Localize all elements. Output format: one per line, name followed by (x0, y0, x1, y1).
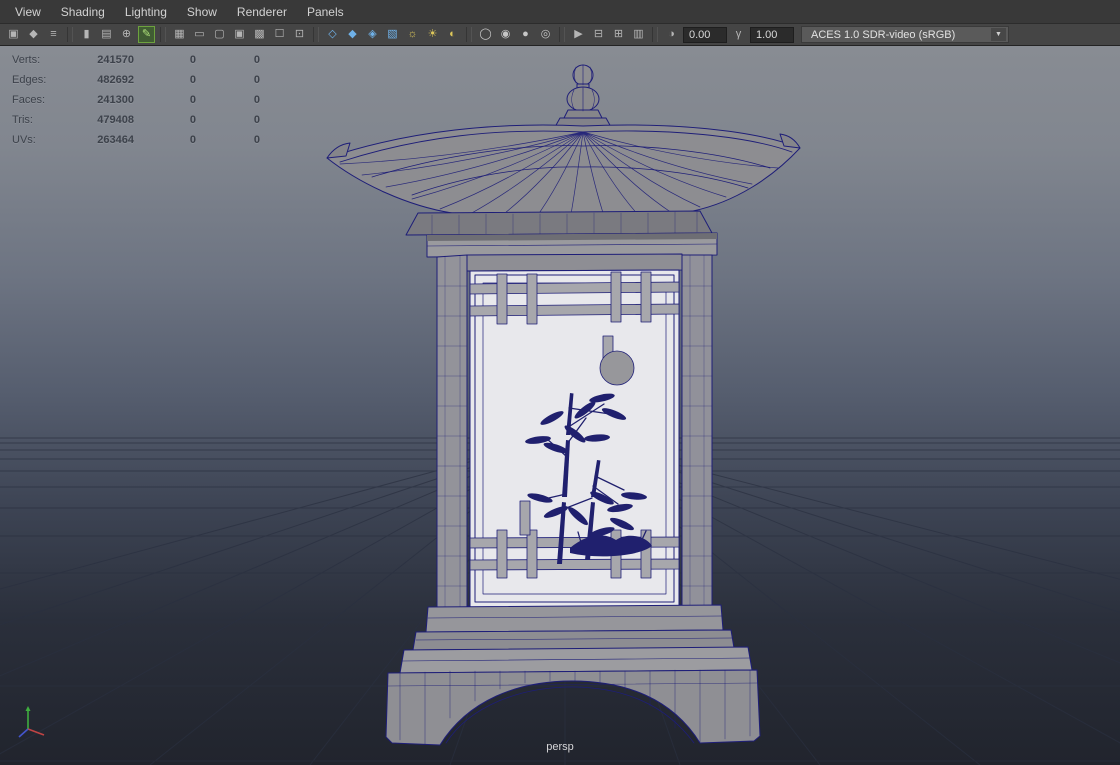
material-override-icon[interactable]: ▧ (384, 26, 401, 43)
camera-label: persp (546, 741, 574, 753)
toolbar-separator (652, 27, 658, 42)
film-gate-icon[interactable]: ▭ (191, 26, 208, 43)
lantern-model[interactable] (326, 64, 801, 746)
hud-value: 0 (253, 74, 260, 86)
pane-single-icon[interactable]: ⊟ (590, 26, 607, 43)
hud-row-edges: Edges: 482692 0 0 (12, 70, 260, 90)
pane-quad-icon[interactable]: ⊞ (610, 26, 627, 43)
view-transform-value: ACES 1.0 SDR-video (sRGB) (811, 28, 956, 41)
view-transform-dropdown[interactable]: ACES 1.0 SDR-video (sRGB) ▼ (801, 26, 1009, 43)
hud-row-faces: Faces: 241300 0 0 (12, 90, 260, 110)
poly-count-hud: Verts: 241570 0 0 Edges: 482692 0 0 Face… (12, 50, 260, 150)
toolbar-separator (67, 27, 73, 42)
hud-value: 0 (253, 54, 260, 66)
image-plane-icon[interactable]: ▤ (98, 26, 115, 43)
toolbar-separator (313, 27, 319, 42)
exposure-field[interactable]: 0.00 (683, 26, 727, 43)
wireframe-mode-icon[interactable]: ◇ (324, 26, 341, 43)
xray-icon[interactable]: ◎ (537, 26, 554, 43)
hud-label: Edges: (12, 74, 47, 86)
hud-value: 263464 (97, 134, 134, 146)
grid-icon[interactable]: ▦ (171, 26, 188, 43)
hud-value: 479408 (97, 114, 134, 126)
hud-value: 0 (253, 134, 260, 146)
ambient-occlusion-icon[interactable]: ◯ (477, 26, 494, 43)
menu-shading[interactable]: Shading (52, 2, 114, 22)
hud-row-uvs: UVs: 263464 0 0 (12, 130, 260, 150)
axis-gizmo (18, 706, 45, 738)
textured-mode-icon[interactable]: ◈ (364, 26, 381, 43)
menu-show[interactable]: Show (178, 2, 226, 22)
menu-panels[interactable]: Panels (298, 2, 353, 22)
gamma-icon[interactable]: γ (730, 26, 747, 43)
default-lighting-icon[interactable]: ☼ (404, 26, 421, 43)
lantern-finial (554, 64, 612, 128)
hud-label: Faces: (12, 94, 46, 106)
hud-value: 0 (189, 94, 196, 106)
outliner-panel-icon[interactable]: ▥ (630, 26, 647, 43)
lantern-roof (326, 124, 801, 236)
two-d-pan-zoom-icon[interactable]: ⊕ (118, 26, 135, 43)
motion-blur-icon[interactable]: ◉ (497, 26, 514, 43)
menu-renderer[interactable]: Renderer (228, 2, 296, 22)
safe-title-icon[interactable]: ⊡ (291, 26, 308, 43)
menu-lighting[interactable]: Lighting (116, 2, 176, 22)
moon-motif (599, 350, 635, 386)
hud-label: UVs: (12, 134, 36, 146)
gate-mask-icon[interactable]: ▣ (231, 26, 248, 43)
hud-value: 241570 (97, 54, 134, 66)
chevron-down-icon: ▼ (991, 28, 1006, 41)
exposure-icon[interactable]: ◑ (663, 26, 680, 43)
lantern-base (385, 604, 761, 746)
hud-value: 0 (253, 94, 260, 106)
hud-row-verts: Verts: 241570 0 0 (12, 50, 260, 70)
hud-label: Tris: (12, 114, 33, 126)
resolution-gate-icon[interactable]: ▢ (211, 26, 228, 43)
all-lights-icon[interactable]: ☀ (424, 26, 441, 43)
toolbar-separator (559, 27, 565, 42)
hud-value: 482692 (97, 74, 134, 86)
default-material-icon[interactable]: ● (517, 26, 534, 43)
grease-pencil-icon[interactable]: ✎ (138, 26, 155, 43)
hud-value: 0 (189, 74, 196, 86)
select-camera-icon[interactable]: ▣ (5, 26, 22, 43)
bookmark-icon[interactable]: ▮ (78, 26, 95, 43)
viewport-3d[interactable]: Verts: 241570 0 0 Edges: 482692 0 0 Face… (0, 46, 1120, 765)
gamma-field[interactable]: 1.00 (750, 26, 794, 43)
hud-value: 0 (189, 54, 196, 66)
hud-value: 0 (253, 114, 260, 126)
lock-camera-icon[interactable]: ◆ (25, 26, 42, 43)
field-chart-icon[interactable]: ▩ (251, 26, 268, 43)
hud-label: Verts: (12, 54, 41, 66)
shoji-panel (469, 269, 680, 608)
menu-view[interactable]: View (6, 2, 50, 22)
panel-menubar: View Shading Lighting Show Renderer Pane… (0, 0, 1120, 24)
toolbar-separator (160, 27, 166, 42)
maya-window: View Shading Lighting Show Renderer Pane… (0, 0, 1120, 765)
toolbar-separator (466, 27, 472, 42)
viewport-canvas (0, 64, 1120, 765)
panel-toolbar: ▣ ◆ ≡ ▮ ▤ ⊕ ✎ ▦ ▭ ▢ ▣ ▩ ☐ ⊡ ◇ ◆ ◈ ▧ ☼ ☀ … (0, 24, 1120, 46)
shaded-mode-icon[interactable]: ◆ (344, 26, 361, 43)
shadows-icon[interactable]: ◐ (444, 26, 461, 43)
camera-attributes-icon[interactable]: ≡ (45, 26, 62, 43)
hud-value: 0 (189, 134, 196, 146)
isolate-select-icon[interactable]: ▶ (570, 26, 587, 43)
hud-value: 0 (189, 114, 196, 126)
safe-action-icon[interactable]: ☐ (271, 26, 288, 43)
hud-row-tris: Tris: 479408 0 0 (12, 110, 260, 130)
hud-value: 241300 (97, 94, 134, 106)
